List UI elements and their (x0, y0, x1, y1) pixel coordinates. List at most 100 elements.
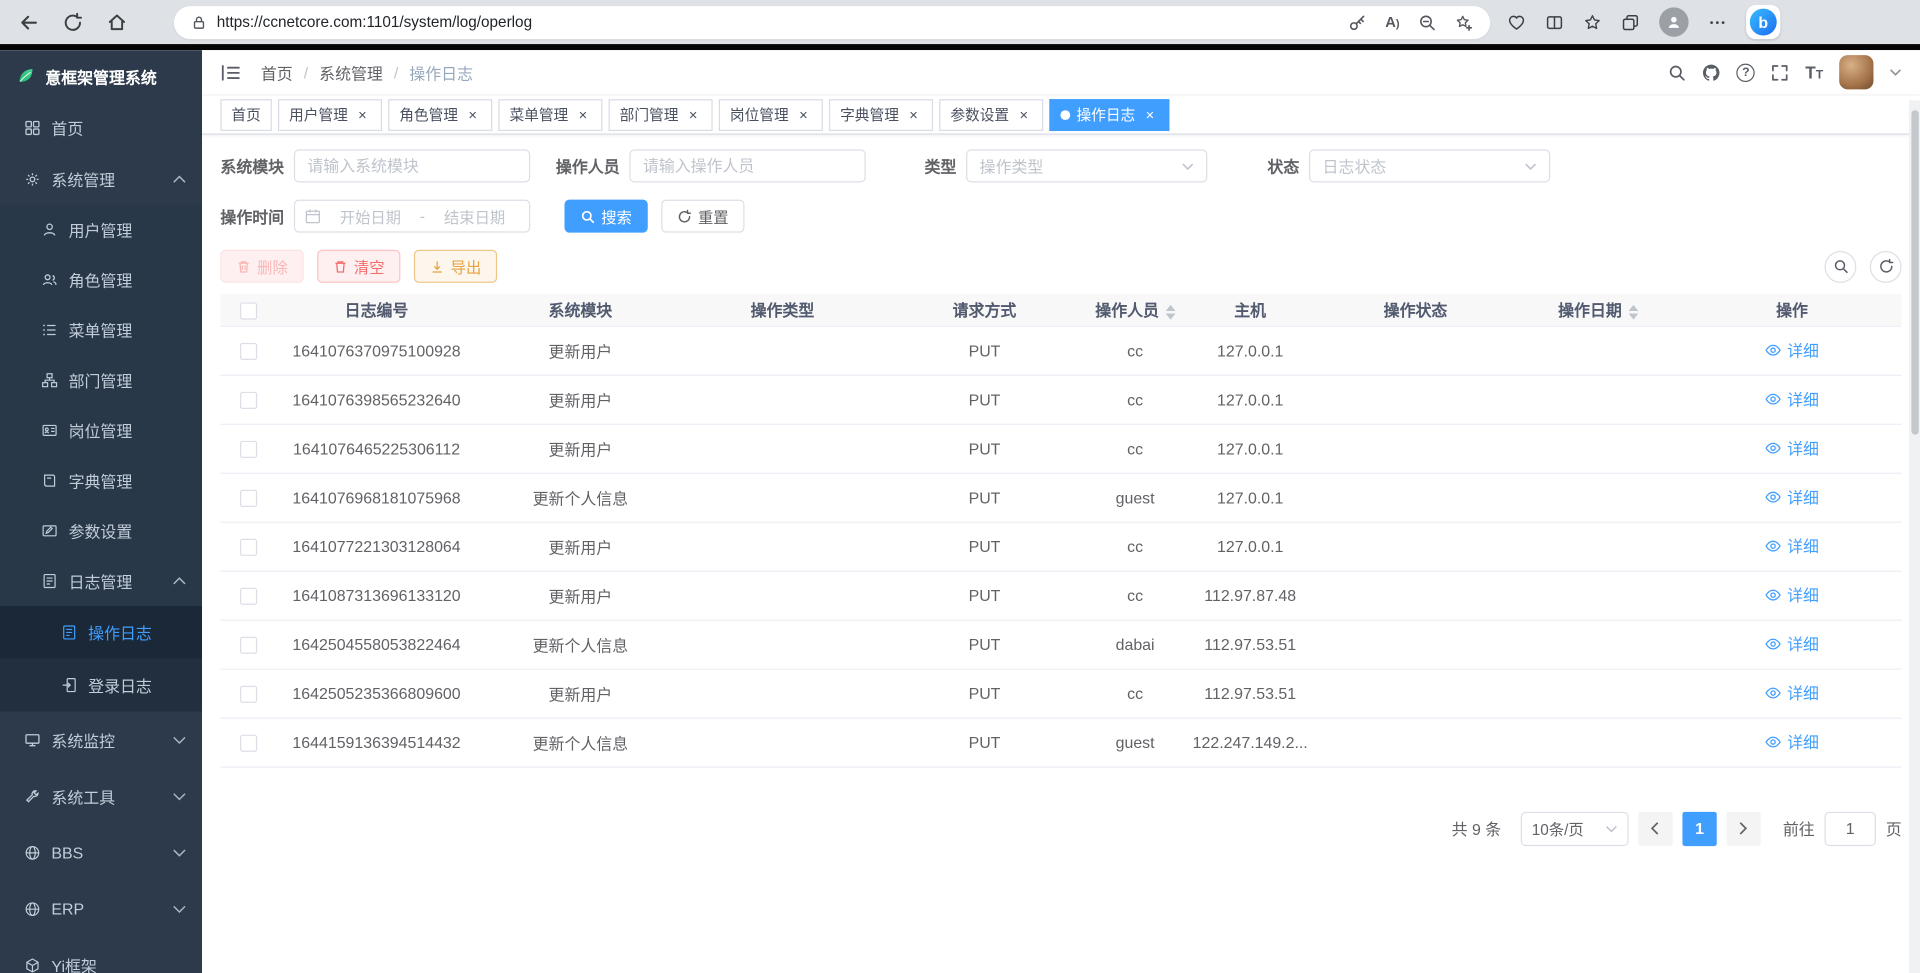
sidebar-item-role-management[interactable]: 角色管理 (0, 255, 202, 305)
sidebar-item-log-management[interactable]: 日志管理 (0, 556, 202, 606)
close-icon[interactable]: × (574, 106, 591, 123)
read-aloud-icon[interactable]: A) (1385, 13, 1399, 30)
goto-page-input[interactable] (1824, 811, 1875, 845)
prev-page-button[interactable] (1638, 811, 1672, 845)
tab-role-management[interactable]: 角色管理× (388, 99, 492, 131)
sidebar-item-dictionary-management[interactable]: 字典管理 (0, 456, 202, 506)
close-icon[interactable]: × (685, 106, 702, 123)
row-checkbox[interactable] (239, 685, 256, 702)
browser-refresh-button[interactable] (54, 4, 91, 41)
chevron-down-icon[interactable] (1889, 69, 1901, 76)
tab-post-management[interactable]: 岗位管理× (719, 99, 823, 131)
show-search-button[interactable] (1824, 250, 1856, 282)
sort-icon[interactable] (1165, 305, 1175, 320)
clear-button[interactable]: 清空 (317, 250, 400, 283)
detail-link[interactable]: 详细 (1765, 387, 1819, 410)
app-logo[interactable]: 意框架管理系统 (0, 50, 202, 101)
copilot-icon[interactable]: b (1746, 5, 1780, 39)
row-checkbox[interactable] (239, 343, 256, 360)
refresh-table-button[interactable] (1870, 250, 1902, 282)
row-checkbox[interactable] (239, 636, 256, 653)
sidebar-item-parameter-settings[interactable]: 参数设置 (0, 506, 202, 556)
browser-menu-icon[interactable] (1708, 13, 1726, 31)
sidebar-item-post-management[interactable]: 岗位管理 (0, 405, 202, 455)
password-key-icon[interactable] (1349, 13, 1367, 31)
detail-link[interactable]: 详细 (1765, 681, 1819, 704)
detail-link[interactable]: 详细 (1765, 338, 1819, 361)
favorites-icon[interactable] (1583, 13, 1601, 31)
search-icon[interactable] (1668, 63, 1686, 81)
operator-input[interactable] (629, 149, 865, 182)
close-icon[interactable]: × (1015, 106, 1032, 123)
page-number-1[interactable]: 1 (1682, 811, 1716, 845)
page-size-select[interactable]: 10条/页 (1521, 811, 1629, 845)
row-checkbox[interactable] (239, 392, 256, 409)
row-checkbox[interactable] (239, 441, 256, 458)
reset-button[interactable]: 重置 (661, 200, 744, 233)
row-checkbox[interactable] (239, 734, 256, 751)
sidebar-item-system-management[interactable]: 系统管理 (0, 153, 202, 204)
module-input[interactable] (294, 149, 530, 182)
address-bar[interactable]: https://ccnetcore.com:1101/system/log/op… (174, 6, 1490, 39)
tab-home[interactable]: 首页 (220, 99, 271, 131)
col-operator[interactable]: 操作人员 (1087, 294, 1183, 326)
select-all-checkbox[interactable] (239, 302, 256, 319)
tab-parameter-settings[interactable]: 参数设置× (939, 99, 1043, 131)
scrollbar-thumb[interactable] (1911, 110, 1918, 434)
detail-link[interactable]: 详细 (1765, 730, 1819, 753)
detail-link[interactable]: 详细 (1765, 436, 1819, 459)
close-icon[interactable]: × (905, 106, 922, 123)
sort-icon[interactable] (1628, 305, 1638, 320)
split-screen-icon[interactable] (1545, 13, 1563, 31)
table-row[interactable]: 1644159136394514432更新个人信息PUTguest122.247… (220, 718, 1901, 767)
user-avatar[interactable] (1839, 55, 1873, 89)
tab-operation-log[interactable]: 操作日志× (1050, 99, 1170, 131)
close-icon[interactable]: × (1141, 106, 1158, 123)
browser-essentials-icon[interactable] (1507, 13, 1525, 31)
table-row[interactable]: 1641077221303128064更新用户PUTcc127.0.0.1详细 (220, 522, 1901, 571)
sidebar-item-operation-log[interactable]: 操作日志 (0, 606, 202, 659)
table-row[interactable]: 1641087313696133120更新用户PUTcc112.97.87.48… (220, 571, 1901, 620)
sidebar-item-yi-framework[interactable]: Yi框架 (0, 937, 202, 973)
tab-user-management[interactable]: 用户管理× (278, 99, 382, 131)
close-icon[interactable]: × (354, 106, 371, 123)
sidebar-item-erp[interactable]: ERP (0, 880, 202, 936)
type-select[interactable]: 操作类型 (966, 149, 1207, 182)
font-size-icon[interactable]: TT (1805, 62, 1823, 82)
breadcrumb-item-home[interactable]: 首页 (261, 61, 293, 84)
sidebar-item-department-management[interactable]: 部门管理 (0, 355, 202, 405)
help-icon[interactable]: ? (1737, 63, 1755, 81)
date-range-picker[interactable]: 开始日期 - 结束日期 (294, 200, 530, 233)
detail-link[interactable]: 详细 (1765, 485, 1819, 508)
table-row[interactable]: 1642505235366809600更新用户PUTcc112.97.53.51… (220, 669, 1901, 718)
row-checkbox[interactable] (239, 490, 256, 507)
browser-home-button[interactable] (98, 4, 135, 41)
fullscreen-icon[interactable] (1771, 63, 1789, 81)
detail-link[interactable]: 详细 (1765, 583, 1819, 606)
scrollbar[interactable] (1909, 100, 1920, 973)
table-row[interactable]: 1641076398565232640更新用户PUTcc127.0.0.1详细 (220, 375, 1901, 424)
search-button[interactable]: 搜索 (565, 200, 648, 233)
table-row[interactable]: 1641076465225306112更新用户PUTcc127.0.0.1详细 (220, 424, 1901, 473)
github-icon[interactable] (1702, 63, 1720, 81)
tab-dictionary-management[interactable]: 字典管理× (829, 99, 933, 131)
next-page-button[interactable] (1726, 811, 1760, 845)
row-checkbox[interactable] (239, 587, 256, 604)
tab-department-management[interactable]: 部门管理× (609, 99, 713, 131)
close-icon[interactable]: × (795, 106, 812, 123)
sidebar-item-menu-management[interactable]: 菜单管理 (0, 305, 202, 355)
url-text[interactable]: https://ccnetcore.com:1101/system/log/op… (217, 13, 532, 30)
detail-link[interactable]: 详细 (1765, 534, 1819, 557)
sidebar-item-home[interactable]: 首页 (0, 102, 202, 153)
browser-back-button[interactable] (10, 4, 47, 41)
sidebar-item-system-monitor[interactable]: 系统监控 (0, 711, 202, 767)
table-row[interactable]: 1641076370975100928更新用户PUTcc127.0.0.1详细 (220, 326, 1901, 375)
add-favorite-icon[interactable] (1455, 13, 1473, 31)
collections-icon[interactable] (1621, 13, 1639, 31)
row-checkbox[interactable] (239, 539, 256, 556)
col-operation-date[interactable]: 操作日期 (1513, 294, 1682, 326)
detail-link[interactable]: 详细 (1765, 632, 1819, 655)
table-row[interactable]: 1641076968181075968更新个人信息PUTguest127.0.0… (220, 473, 1901, 522)
sidebar-item-user-management[interactable]: 用户管理 (0, 204, 202, 254)
sidebar-item-system-tools[interactable]: 系统工具 (0, 768, 202, 824)
